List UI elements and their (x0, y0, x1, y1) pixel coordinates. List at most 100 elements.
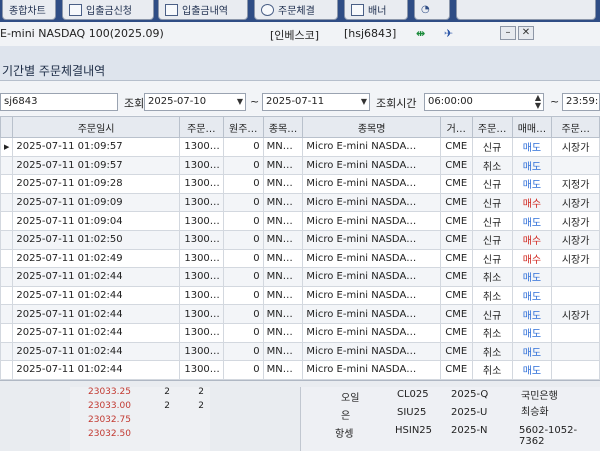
table-row[interactable]: 2025-07-11 01:02:44 1300… 0 MN… Micro E-mini… (0, 322, 600, 343)
cell-order-no: 1300… (178, 304, 224, 324)
cell-side: 매도 (511, 174, 553, 194)
quote-row[interactable]: 23032.75 (70, 415, 210, 427)
table-row[interactable]: 2025-07-11 01:09:09 1300… 0 MN… Micro E-mini… (0, 192, 600, 213)
dropdown-icon[interactable]: ▼ (361, 94, 367, 110)
quote-price: 23032.50 (88, 429, 131, 439)
row-indicator: ▶ (0, 137, 14, 157)
cell-side: 매도 (511, 360, 553, 380)
pin-icon[interactable]: ✈ (444, 27, 453, 40)
order-fill-button[interactable]: 주문체결 (254, 0, 338, 20)
cell-type: 신규 (471, 211, 513, 231)
cell-datetime: 2025-07-11 01:09:57 (12, 137, 180, 157)
link-icon[interactable]: ⇹ (416, 27, 425, 40)
cell-price-type: 시장가 (551, 304, 600, 324)
window-title: E-mini NASDAQ 100(2025.09) (0, 27, 164, 40)
product-name: 오일 (341, 393, 360, 404)
cell-datetime: 2025-07-11 01:02:44 (12, 341, 180, 362)
col-header[interactable]: 원주… (222, 116, 264, 138)
order-rows: ▶ 2025-07-11 01:09:57 1300… 0 MN… Micro E-min… (0, 137, 600, 380)
row-indicator (0, 155, 14, 176)
col-header[interactable]: 주문… (178, 116, 224, 138)
toolbar-label: 주문체결 (278, 6, 315, 17)
row-indicator (0, 322, 14, 343)
cell-exch: CME (439, 155, 473, 176)
chart-button[interactable]: 종합차트 (2, 0, 56, 20)
cell-code: MN… (262, 341, 304, 362)
cell-exch: CME (439, 229, 473, 250)
cell-price-type (551, 322, 600, 343)
table-row[interactable]: 2025-07-11 01:02:50 1300… 0 MN… Micro E-mini… (0, 229, 600, 250)
period-tilde: ~ (250, 95, 260, 108)
col-header[interactable]: 종목… (262, 116, 304, 138)
table-row[interactable]: 2025-07-11 01:02:44 1300… 0 MN… Micro E-mini… (0, 285, 600, 306)
cell-type: 취소 (471, 267, 513, 287)
table-row[interactable]: 2025-07-11 01:02:44 1300… 0 MN… Micro E-mini… (0, 304, 600, 324)
col-header[interactable]: 주문일시 (12, 116, 180, 138)
toolbar-extra[interactable] (456, 0, 596, 20)
row-indicator (0, 304, 14, 324)
deposit-request-button[interactable]: 입출금신청 (62, 0, 154, 20)
cell-price-type (551, 285, 600, 306)
time-tilde: ~ (550, 95, 560, 108)
col-header[interactable]: 매매… (511, 116, 553, 138)
cell-exch: CME (439, 304, 473, 324)
quote-qty: 2 (164, 387, 170, 397)
start-time-value: 06:00:00 (428, 96, 473, 107)
table-row[interactable]: 2025-07-11 01:02:44 1300… 0 MN… Micro E-mini… (0, 360, 600, 380)
cell-datetime: 2025-07-11 01:02:44 (12, 267, 180, 287)
row-indicator (0, 341, 14, 362)
cell-type: 신규 (471, 229, 513, 250)
cell-name: Micro E-mini NASDA… (302, 155, 441, 176)
cell-side: 매수 (511, 229, 553, 250)
table-row[interactable]: 2025-07-11 01:09:04 1300… 0 MN… Micro E-mini… (0, 211, 600, 231)
panel-header: 기간별 주문체결내역 (0, 46, 600, 81)
cell-code: MN… (262, 229, 304, 250)
row-indicator (0, 174, 14, 194)
cell-name: Micro E-mini NASDA… (302, 285, 441, 306)
col-header[interactable]: 주문… (551, 116, 600, 138)
cell-order-no: 1300… (178, 229, 224, 250)
cell-code: MN… (262, 304, 304, 324)
cell-exch: CME (439, 285, 473, 306)
close-button[interactable]: ✕ (518, 26, 534, 40)
cell-price-type: 시장가 (551, 137, 600, 157)
start-time-input[interactable]: 06:00:00 ▲ ▼ (424, 93, 544, 111)
panel-title: 기간별 주문체결내역 (2, 64, 106, 78)
quote-row[interactable]: 23033.00 2 2 (70, 401, 210, 413)
message-button[interactable]: ◔ (414, 0, 450, 20)
table-row[interactable]: 2025-07-11 01:09:57 1300… 0 MN… Micro E-mini… (0, 155, 600, 176)
banner-button[interactable]: 배너 (344, 0, 408, 20)
cell-order-no: 1300… (178, 360, 224, 380)
cell-orig-no: 0 (222, 322, 264, 343)
start-date-input[interactable]: 2025-07-10 ▼ (144, 93, 246, 111)
spinner-icon[interactable]: ▲ ▼ (535, 94, 541, 110)
product-name: 은 (341, 411, 351, 422)
row-indicator (0, 248, 14, 269)
col-header[interactable]: 거… (439, 116, 473, 138)
table-row[interactable]: 2025-07-11 01:02:44 1300… 0 MN… Micro E-mini… (0, 267, 600, 287)
cell-code: MN… (262, 211, 304, 231)
dropdown-icon[interactable]: ▼ (237, 94, 243, 110)
cell-exch: CME (439, 137, 473, 157)
cell-type: 취소 (471, 155, 513, 176)
quote-row[interactable]: 23033.25 2 2 (70, 387, 210, 399)
table-row[interactable]: 2025-07-11 01:02:49 1300… 0 MN… Micro E-mini… (0, 248, 600, 269)
cell-datetime: 2025-07-11 01:02:44 (12, 304, 180, 324)
table-row[interactable]: 2025-07-11 01:09:28 1300… 0 MN… Micro E-mini… (0, 174, 600, 194)
account-input[interactable]: sj6843 (0, 93, 118, 111)
end-time-input[interactable]: 23:59:5 (562, 93, 600, 111)
minimize-button[interactable]: – (500, 26, 516, 40)
cell-order-no: 1300… (178, 341, 224, 362)
end-date-input[interactable]: 2025-07-11 ▼ (262, 93, 370, 111)
col-header[interactable]: 주문… (471, 116, 513, 138)
table-header-row: 주문일시 주문… 원주… 종목… 종목명 거… 주문… 매매… 주문… (0, 116, 600, 138)
table-row[interactable]: 2025-07-11 01:02:44 1300… 0 MN… Micro E-mini… (0, 341, 600, 362)
table-row[interactable]: ▶ 2025-07-11 01:09:57 1300… 0 MN… Micro E-min… (0, 137, 600, 157)
row-indicator-header (0, 116, 14, 138)
deposit-history-button[interactable]: 입출금내역 (158, 0, 248, 20)
col-header[interactable]: 종목명 (302, 116, 441, 138)
quote-row[interactable]: 23032.50 (70, 429, 210, 441)
product-info-box: 오일 은 항셍 CL025 SIU25 HSIN25 2025-Q 2025-U… (300, 387, 600, 451)
cell-orig-no: 0 (222, 137, 264, 157)
cell-code: MN… (262, 137, 304, 157)
